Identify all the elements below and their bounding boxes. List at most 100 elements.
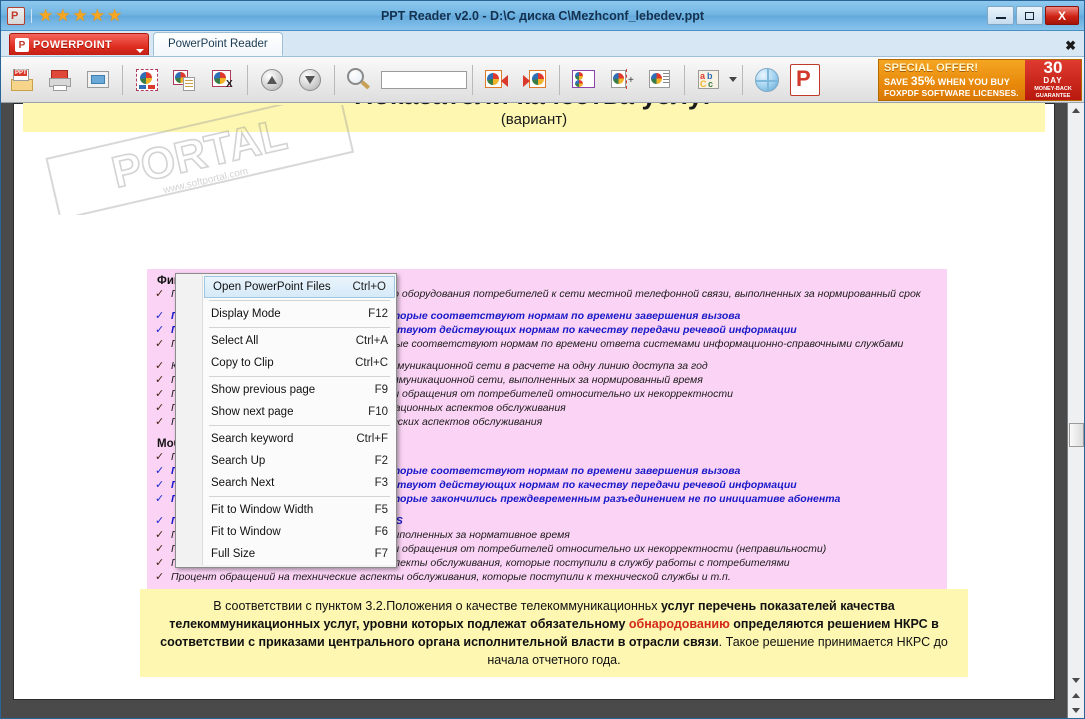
scrollbar-track[interactable] — [1068, 118, 1084, 673]
next-page-button[interactable] — [291, 60, 329, 100]
website-button[interactable] — [748, 60, 786, 100]
arrow-up-icon — [1072, 693, 1080, 698]
tab-powerpoint-reader[interactable]: PowerPoint Reader — [153, 32, 283, 56]
menu-item-fit-to-window[interactable]: Fit to Window F6 — [203, 521, 396, 543]
chevron-down-icon[interactable] — [136, 49, 144, 53]
powerpoint-logo-icon — [790, 63, 820, 96]
star-icon[interactable]: ★ — [55, 7, 70, 24]
fit-width-icon — [571, 67, 597, 93]
checkmark-icon: ✓ — [155, 324, 165, 336]
menu-item-shortcut: Ctrl+O — [352, 281, 386, 293]
main-toolbar: PPT X + a b C c P SPECIAL OFFER! SAVE 35… — [1, 57, 1084, 103]
checkmark-icon: ✓ — [155, 479, 165, 491]
about-button[interactable] — [786, 60, 824, 100]
slide-page: Показатели качества услуг (вариант) Фикс… — [13, 103, 1055, 700]
slide-title: Показатели качества услуг — [354, 103, 714, 111]
context-menu[interactable]: Open PowerPoint Files Ctrl+O Display Mode F… — [175, 273, 397, 568]
menu-item-shortcut: F3 — [374, 477, 388, 489]
copy-text-icon: X — [210, 67, 236, 93]
star-icon[interactable]: ★ — [107, 7, 122, 24]
arrow-up-icon — [1072, 108, 1080, 113]
menu-item-full-size[interactable]: Full Size F7 — [203, 543, 396, 565]
ad-banner[interactable]: SPECIAL OFFER! SAVE 35% WHEN YOU BUY FOX… — [878, 58, 1082, 101]
display-mode-button[interactable] — [79, 60, 117, 100]
checkmark-icon: ✓ — [155, 529, 165, 541]
minimize-icon — [995, 17, 1006, 19]
search-input[interactable] — [381, 70, 467, 89]
ad-guarantee-badge: 30 DAY MONEY-BACK GUARANTEE — [1025, 59, 1081, 100]
ad-line2: SAVE 35% WHEN YOU BUY — [884, 73, 1010, 88]
open-ppt-file-button[interactable]: PPT — [3, 60, 41, 100]
menu-item-show-previous-page[interactable]: Show previous page F9 — [203, 379, 396, 401]
language-button[interactable]: a b C c — [690, 60, 728, 100]
checkmark-icon: ✓ — [155, 402, 165, 414]
menu-item-display-mode[interactable]: Display Mode F12 — [203, 303, 396, 325]
print-button[interactable] — [41, 60, 79, 100]
menu-item-shortcut: F12 — [368, 308, 388, 320]
menu-separator — [209, 425, 390, 426]
select-all-button[interactable] — [128, 60, 166, 100]
copy-text-button[interactable]: X — [204, 60, 242, 100]
vertical-scrollbar[interactable] — [1067, 103, 1084, 718]
menu-item-show-next-page[interactable]: Show next page F10 — [203, 401, 396, 423]
search-button[interactable] — [340, 60, 378, 100]
scroll-up-button[interactable] — [1069, 103, 1084, 118]
open-folder-icon: PPT — [9, 67, 35, 93]
chevron-down-icon[interactable] — [729, 77, 737, 82]
menu-item-label: Display Mode — [211, 308, 281, 320]
window-title: PPT Reader v2.0 - D:\C диска C\Mezhconf_… — [380, 8, 705, 23]
context-menu-items: Open PowerPoint Files Ctrl+O Display Mode F… — [202, 276, 396, 565]
ad-offer-text: SPECIAL OFFER! SAVE 35% WHEN YOU BUY FOX… — [879, 59, 1025, 100]
fit-window-button[interactable]: + — [603, 60, 641, 100]
title-divider — [31, 8, 32, 23]
rating-stars[interactable]: ★ ★ ★ ★ ★ — [38, 7, 122, 24]
checkmark-icon: ✓ — [155, 310, 165, 322]
scroll-down-button[interactable] — [1069, 673, 1084, 688]
checkmark-icon: ✓ — [155, 388, 165, 400]
menu-separator — [209, 496, 390, 497]
checkmark-icon: ✓ — [155, 571, 165, 583]
scrollbar-thumb[interactable] — [1068, 423, 1084, 448]
ad-badge-day: DAY — [1043, 75, 1063, 85]
menu-item-fit-to-window-width[interactable]: Fit to Window Width F5 — [203, 499, 396, 521]
menu-item-label: Select All — [211, 335, 259, 347]
ad-line1: SPECIAL OFFER! — [884, 61, 979, 74]
brand-menu-button[interactable]: P POWERPOINT — [9, 33, 149, 55]
slide-area[interactable]: Показатели качества услуг (вариант) Фикс… — [1, 103, 1067, 718]
search-up-button[interactable] — [478, 60, 516, 100]
menu-item-copy-to-clip[interactable]: Copy to Clip Ctrl+C — [203, 352, 396, 374]
menu-item-select-all[interactable]: Select All Ctrl+A — [203, 330, 396, 352]
fit-window-width-button[interactable] — [565, 60, 603, 100]
full-size-button[interactable] — [641, 60, 679, 100]
menu-item-search-up[interactable]: Search Up F2 — [203, 450, 396, 472]
page-up-button[interactable] — [1069, 688, 1084, 703]
close-button[interactable]: X — [1045, 6, 1079, 25]
menu-item-search-keyword[interactable]: Search keyword Ctrl+F — [203, 428, 396, 450]
menu-item-shortcut: Ctrl+F — [356, 433, 388, 445]
close-tab-icon[interactable]: ✖ — [1065, 39, 1076, 52]
globe-icon — [755, 67, 779, 92]
copy-to-clip-button[interactable] — [166, 60, 204, 100]
star-icon[interactable]: ★ — [90, 7, 105, 24]
brand-label: POWERPOINT — [33, 38, 113, 51]
maximize-button[interactable] — [1016, 6, 1043, 25]
slide-footer-note: В соответствии с пунктом 3.2.Положения о… — [140, 589, 968, 677]
star-icon[interactable]: ★ — [73, 7, 88, 24]
minimize-button[interactable] — [987, 6, 1014, 25]
previous-page-button[interactable] — [253, 60, 291, 100]
list-item-label: Процент обращений на технические аспекты… — [171, 571, 731, 583]
list-item: ✓ Процент обращений на технические аспект… — [155, 571, 939, 584]
star-icon[interactable]: ★ — [38, 7, 53, 24]
menu-item-open-powerpoint-files[interactable]: Open PowerPoint Files Ctrl+O — [204, 276, 395, 298]
ad-line3: FOXPDF SOFTWARE LICENSES. — [884, 87, 1019, 98]
checkmark-icon: ✓ — [155, 493, 165, 505]
menu-item-search-next[interactable]: Search Next F3 — [203, 472, 396, 494]
menu-item-label: Full Size — [211, 548, 256, 560]
note-part-1: В соответствии с пунктом 3.2.Положения о… — [213, 599, 662, 613]
arrow-up-icon — [261, 68, 283, 91]
language-icon: a b C c — [696, 67, 722, 93]
toolbar-divider — [247, 64, 248, 95]
search-next-button[interactable] — [516, 60, 554, 100]
menu-item-label: Fit to Window Width — [211, 504, 314, 516]
page-down-button[interactable] — [1069, 703, 1084, 718]
